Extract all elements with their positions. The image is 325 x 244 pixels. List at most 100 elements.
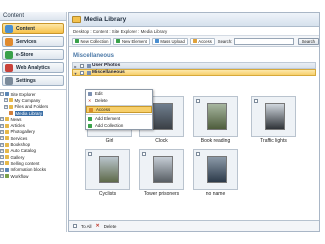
- expand-toggle-icon[interactable]: +: [0, 161, 4, 166]
- expand-toggle-icon[interactable]: +: [0, 142, 4, 147]
- menu-item-add-collection[interactable]: Add Collection: [86, 122, 152, 129]
- chevron-down-icon[interactable]: ▾: [75, 71, 79, 76]
- item-checkbox[interactable]: [142, 152, 146, 156]
- folder-icon: [5, 129, 9, 134]
- plus-icon: [116, 39, 121, 43]
- chevron-right-icon[interactable]: ▸: [75, 64, 79, 69]
- sidebar-button-label: Web Analytics: [16, 64, 50, 71]
- sidebar-button-label: Settings: [16, 77, 36, 84]
- workflow-icon: [5, 174, 9, 178]
- menu-item-access[interactable]: Access: [86, 106, 152, 114]
- key-icon: [89, 107, 93, 112]
- collection-icon: [86, 63, 91, 68]
- group-checkbox[interactable]: [80, 70, 84, 75]
- access-button[interactable]: Access: [189, 37, 215, 45]
- media-item-tower-prisoners[interactable]: [139, 149, 184, 190]
- sidebar-button-label: Services: [16, 38, 37, 45]
- collection-icon: [86, 70, 91, 75]
- folder-icon: [5, 136, 9, 141]
- menu-item-add-element[interactable]: Add Element: [86, 115, 152, 122]
- delete-label[interactable]: Delete: [104, 224, 117, 229]
- cart-icon: [5, 50, 13, 59]
- sidebar-button-label: Content: [16, 25, 35, 32]
- to-all-label[interactable]: To All: [81, 224, 92, 229]
- sidebar-button-web-analytics[interactable]: Web Analytics: [2, 62, 64, 73]
- expand-toggle-icon[interactable]: +: [0, 123, 4, 128]
- folder-icon: [72, 16, 81, 23]
- breadcrumb-text[interactable]: Desktop : Content : Site Explorer : Medi…: [73, 29, 167, 34]
- delete-icon[interactable]: ✕: [96, 223, 100, 229]
- folder-icon: [5, 148, 9, 153]
- collapse-toggle-icon[interactable]: −: [0, 92, 4, 97]
- tree-item-workflow[interactable]: + Workflow: [0, 173, 66, 179]
- search-input[interactable]: [234, 37, 294, 45]
- new-collection-button[interactable]: New Collection: [72, 37, 112, 45]
- sidebar: Content Content Services e-Store Web Ana…: [0, 12, 67, 232]
- item-caption: Traffic lights: [260, 138, 287, 144]
- plus-icon: [88, 123, 92, 128]
- item-checkbox[interactable]: [254, 99, 258, 103]
- folder-icon: [5, 142, 9, 147]
- expand-toggle-icon[interactable]: +: [0, 174, 4, 178]
- folder-icon: [5, 161, 9, 166]
- media-item-book-reading[interactable]: [193, 96, 238, 137]
- item-checkbox[interactable]: [196, 99, 200, 103]
- site-tree: − Site Explorer + My Company + Files and Fo…: [0, 89, 66, 179]
- group-miscellaneous[interactable]: ▾ Miscellaneous: [72, 69, 316, 76]
- photo-thumbnail: [99, 156, 119, 183]
- breadcrumb[interactable]: Desktop : Content : Site Explorer : Medi…: [69, 27, 319, 36]
- expand-toggle-icon[interactable]: +: [0, 148, 4, 153]
- photo-thumbnail: [265, 103, 285, 130]
- media-item-no-name[interactable]: [193, 149, 238, 190]
- item-checkbox[interactable]: [88, 152, 92, 156]
- plus-icon: [75, 39, 79, 43]
- menu-item-delete[interactable]: ✕ Delete: [86, 97, 152, 104]
- sidebar-button-services[interactable]: Services: [2, 36, 64, 47]
- media-icon: [9, 111, 13, 116]
- sidebar-button-content[interactable]: Content: [2, 23, 64, 34]
- toolbar: New Collection New Element Mass Upload A…: [69, 36, 319, 47]
- key-icon: [192, 39, 197, 43]
- sidebar-title: Content: [0, 12, 66, 21]
- expand-toggle-icon[interactable]: +: [0, 167, 4, 172]
- new-element-button[interactable]: New Element: [113, 37, 150, 45]
- expand-toggle-icon[interactable]: +: [4, 98, 8, 103]
- folder-icon: [9, 98, 13, 103]
- footer-bar: To All ✕ Delete: [69, 220, 319, 231]
- page-title: Media Library: [84, 16, 127, 23]
- item-caption: Book reading: [200, 138, 231, 144]
- sidebar-button-settings[interactable]: Settings: [2, 75, 64, 86]
- sidebar-button-estore[interactable]: e-Store: [2, 49, 64, 60]
- search-button[interactable]: Search: [297, 37, 319, 45]
- mass-upload-button[interactable]: Mass Upload: [151, 37, 188, 45]
- photo-thumbnail: [153, 103, 173, 130]
- gear-icon: [5, 76, 13, 85]
- services-icon: [5, 37, 13, 46]
- expand-toggle-icon[interactable]: +: [0, 129, 4, 134]
- upload-icon: [154, 39, 159, 43]
- select-all-checkbox[interactable]: [73, 224, 77, 228]
- item-caption: Girl: [105, 138, 114, 144]
- context-menu: Edit ✕ Delete Access Add Element Add Coll…: [85, 89, 153, 131]
- item-caption: Cyclists: [98, 191, 117, 197]
- item-checkbox[interactable]: [196, 152, 200, 156]
- search-label: Search:: [217, 38, 233, 44]
- photo-thumbnail: [153, 156, 173, 183]
- edit-icon: [88, 91, 92, 96]
- expand-toggle-icon[interactable]: +: [0, 136, 4, 141]
- group-checkbox[interactable]: [80, 63, 84, 68]
- media-item-traffic-lights[interactable]: [251, 96, 296, 137]
- photo-thumbnail: [207, 156, 227, 183]
- item-caption: Clock: [155, 138, 168, 144]
- expand-toggle-icon[interactable]: +: [0, 155, 4, 160]
- group-user-photos[interactable]: ▸ User Photos: [72, 62, 316, 69]
- sidebar-button-label: e-Store: [16, 51, 34, 58]
- media-item-cyclists[interactable]: [85, 149, 130, 190]
- folder-icon: [5, 117, 9, 122]
- folder-icon: [5, 155, 9, 160]
- expand-toggle-icon[interactable]: +: [0, 117, 4, 122]
- section-title: Miscellaneous: [73, 53, 115, 59]
- expand-toggle-icon[interactable]: +: [4, 104, 8, 109]
- menu-item-edit[interactable]: Edit: [86, 90, 152, 97]
- item-caption: Tower prisoners: [143, 191, 180, 197]
